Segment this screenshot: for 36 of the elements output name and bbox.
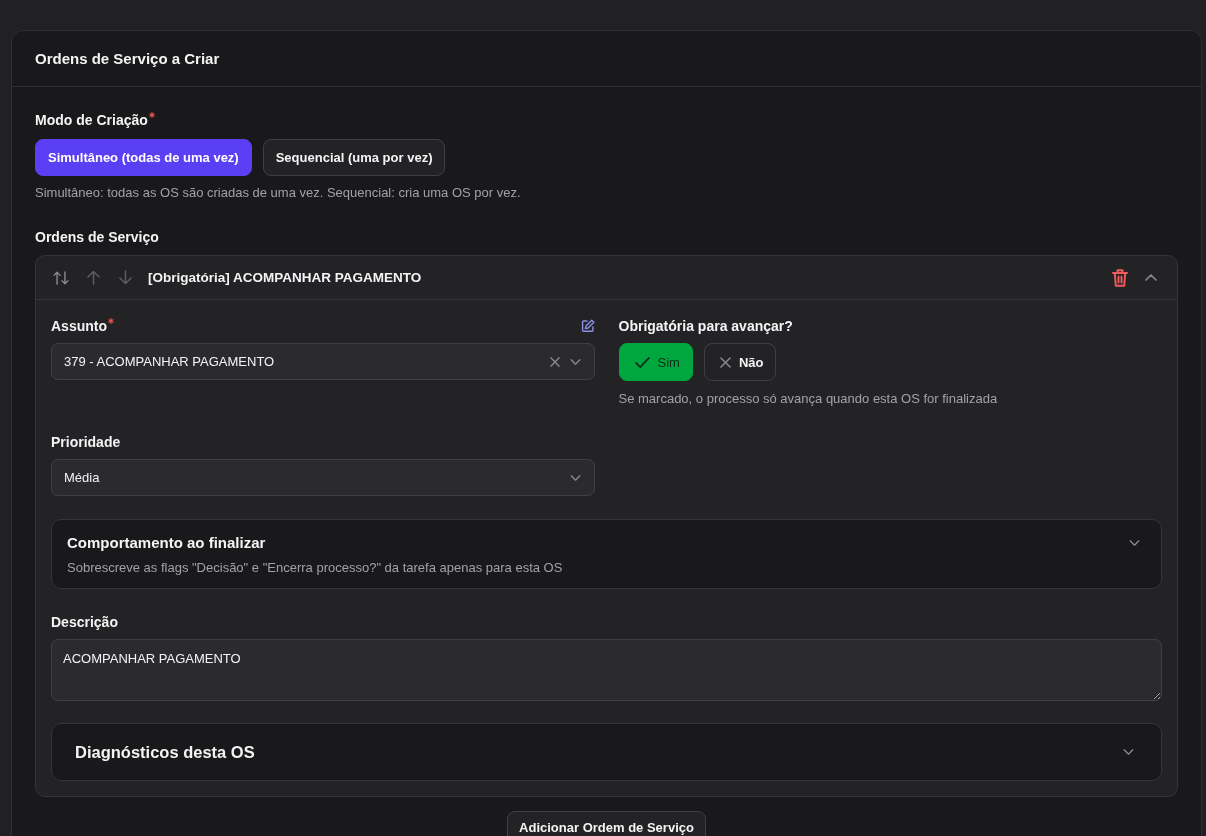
card-title: Diagnósticos desta OS <box>75 742 255 762</box>
choice-option[interactable]: Não <box>703 343 777 381</box>
mode-option[interactable]: Simultâneo (todas de uma vez) <box>35 139 252 176</box>
field-label: Assunto <box>51 317 107 336</box>
description-field[interactable]: ACOMPANHAR PAGAMENTO <box>51 639 1162 701</box>
help-text: Se marcado, o processo só avança quando esta OS for finalizada <box>618 390 998 408</box>
field-label: Obrigatória para avançar? <box>618 317 793 336</box>
field-label: Ordens de Serviço <box>35 228 159 247</box>
add-order-button[interactable]: Adicionar Ordem de Serviço <box>507 811 706 836</box>
chevron-up-icon[interactable] <box>1145 274 1157 281</box>
chevron-down-icon[interactable] <box>569 358 581 365</box>
edit-icon[interactable] <box>580 319 595 333</box>
priority-select[interactable]: Média <box>51 459 595 496</box>
chevron-down-icon[interactable] <box>1123 749 1134 755</box>
arrow-down-icon[interactable] <box>119 270 132 285</box>
delete-icon[interactable] <box>1112 268 1128 287</box>
order-title: [Obrigatória] ACOMPANHAR PAGAMENTO <box>148 270 422 285</box>
chevron-down-icon[interactable] <box>1129 540 1140 546</box>
clear-icon[interactable] <box>549 356 560 367</box>
choice-option[interactable]: Sim <box>618 343 693 381</box>
help-text: Simultâneo: todas as OS são criadas de uma vez. Sequencial: cria uma OS por vez. <box>35 184 521 202</box>
arrow-up-icon[interactable] <box>87 270 100 285</box>
field-label: Descrição <box>51 613 118 632</box>
card-title: Comportamento ao finalizar <box>67 533 266 553</box>
finish-behavior-card[interactable]: Comportamento ao finalizar Sobrescreve as flags "Decisão" e "Encerra processo?" da tarefa apenas para esta OS <box>51 519 1162 589</box>
check-icon <box>634 356 650 368</box>
reorder-icon[interactable] <box>53 270 69 285</box>
panel-title: Ordens de Serviço a Criar <box>35 50 220 67</box>
chevron-down-icon[interactable] <box>569 474 581 481</box>
cross-icon <box>719 356 731 368</box>
card-description: Sobrescreve as flags "Decisão" e "Encerra processo?" da tarefa apenas para esta OS <box>67 559 563 577</box>
field-label: Modo de Criação <box>35 111 148 130</box>
subject-select[interactable]: 379 - ACOMPANHAR PAGAMENTO <box>51 343 595 380</box>
mode-option[interactable]: Sequencial (uma por vez) <box>262 139 446 176</box>
field-label: Prioridade <box>51 433 121 452</box>
diagnostics-card[interactable]: Diagnósticos desta OS <box>51 723 1162 781</box>
